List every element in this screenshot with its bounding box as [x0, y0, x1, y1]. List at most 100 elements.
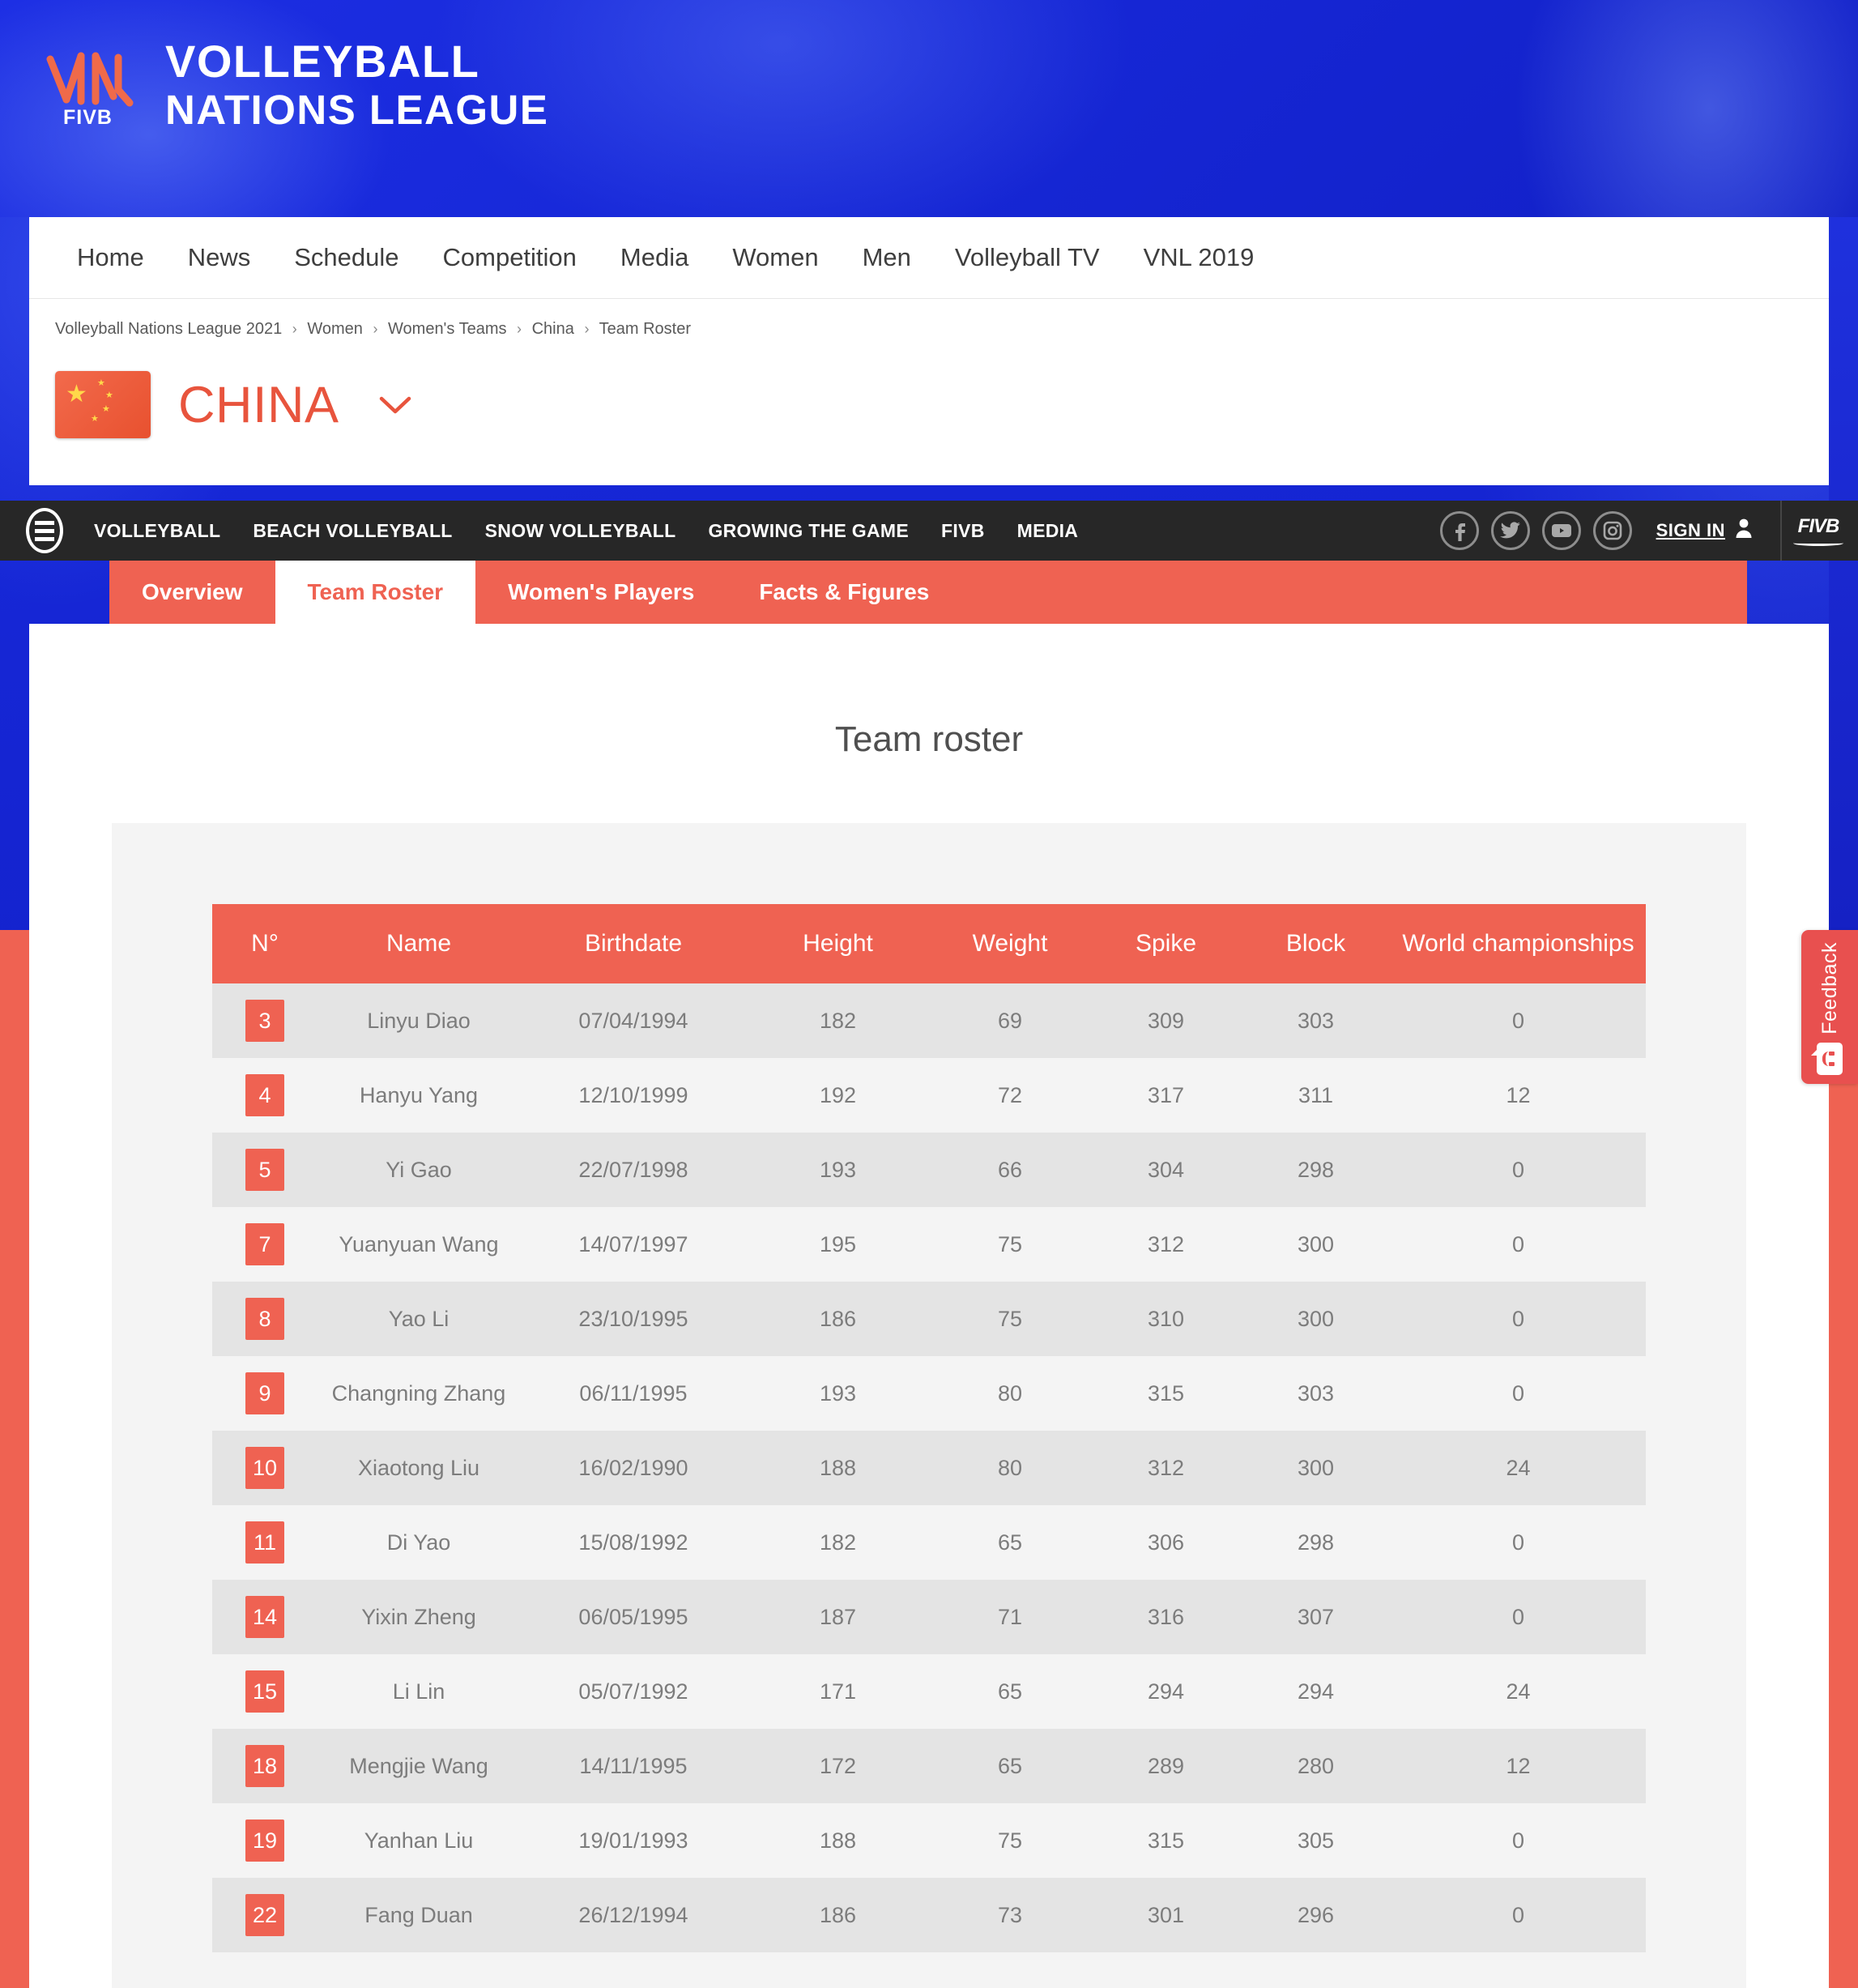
flag-star-small-1: ★: [97, 378, 105, 388]
cell-weight: 75: [997, 1306, 1023, 1331]
cell-weight: 75: [997, 1231, 1023, 1256]
nav-item-schedule[interactable]: Schedule: [272, 243, 420, 272]
cell-number: 19: [212, 1803, 317, 1878]
nav-item-women[interactable]: Women: [710, 243, 840, 272]
table-row[interactable]: 19 Yanhan Liu 19/01/1993 188 75 315 305 0: [212, 1803, 1646, 1878]
instagram-icon[interactable]: [1592, 511, 1632, 550]
cell-birthdate: 12/10/1999: [578, 1082, 688, 1107]
cell-block: 305: [1297, 1828, 1335, 1853]
cell-height: 193: [819, 1380, 857, 1406]
cell-weight: 69: [997, 1008, 1023, 1033]
cell-world-championships: 12: [1506, 1753, 1531, 1778]
table-row[interactable]: 8 Yao Li 23/10/1995 186 75 310 300 0: [212, 1282, 1646, 1356]
global-nav-beach-volleyball[interactable]: BEACH VOLLEYBALL: [237, 520, 468, 542]
vnl-mark-icon: FIVB: [39, 40, 143, 130]
roster-panel: N° Name Birthdate Height Weight Spike Bl…: [112, 823, 1746, 1988]
cell-name: Mengjie Wang: [349, 1753, 488, 1778]
vnl-logo[interactable]: FIVB VOLLEYBALL NATIONS LEAGUE: [39, 39, 548, 130]
nav-item-men[interactable]: Men: [841, 243, 933, 272]
vnl-wordmark-line2: NATIONS LEAGUE: [165, 87, 549, 133]
breadcrumb-item-women[interactable]: Women: [307, 320, 363, 338]
table-row[interactable]: 3 Linyu Diao 07/04/1994 182 69 309 303 0: [212, 983, 1646, 1058]
tab-womens-players[interactable]: Women's Players: [475, 561, 727, 624]
cell-world-championships: 24: [1506, 1679, 1531, 1704]
column-header-name: Name: [317, 904, 520, 983]
table-header-row: N° Name Birthdate Height Weight Spike Bl…: [212, 904, 1646, 983]
facebook-icon[interactable]: [1439, 511, 1479, 550]
breadcrumb-separator-icon: ›: [292, 321, 297, 337]
tab-facts-figures[interactable]: Facts & Figures: [727, 561, 961, 624]
nav-item-news[interactable]: News: [166, 243, 273, 272]
global-nav-volleyball[interactable]: VOLLEYBALL: [78, 520, 237, 542]
cell-block: 296: [1297, 1902, 1335, 1927]
user-icon: [1735, 518, 1753, 544]
table-row[interactable]: 7 Yuanyuan Wang 14/07/1997 195 75 312 300 0: [212, 1207, 1646, 1282]
cell-spike: 306: [1147, 1529, 1185, 1555]
nav-item-home[interactable]: Home: [55, 243, 166, 272]
cell-number: 15: [212, 1654, 317, 1729]
breadcrumb-item-league[interactable]: Volleyball Nations League 2021: [55, 320, 282, 338]
cell-height: 188: [819, 1828, 857, 1853]
sign-in-button[interactable]: SIGN IN: [1656, 518, 1780, 544]
breadcrumb-item-womens-teams[interactable]: Women's Teams: [388, 320, 506, 338]
column-header-spike: Spike: [1091, 904, 1241, 983]
cell-height: 192: [819, 1082, 857, 1107]
cell-block: 298: [1297, 1529, 1335, 1555]
cell-height: 186: [819, 1902, 857, 1927]
table-row[interactable]: 11 Di Yao 15/08/1992 182 65 306 298 0: [212, 1505, 1646, 1580]
main-content: Team roster N° Name Birthdate Height Wei…: [29, 624, 1829, 1988]
global-nav-fivb[interactable]: FIVB: [925, 520, 1001, 542]
table-row[interactable]: 5 Yi Gao 22/07/1998 193 66 304 298 0: [212, 1133, 1646, 1207]
cell-number: 7: [212, 1207, 317, 1282]
table-row[interactable]: 9 Changning Zhang 06/11/1995 193 80 315 303 0: [212, 1356, 1646, 1431]
nav-item-volleyball-tv[interactable]: Volleyball TV: [933, 243, 1122, 272]
twitter-icon[interactable]: [1490, 511, 1530, 550]
player-number-badge: 5: [245, 1149, 284, 1191]
player-number-badge: 19: [245, 1819, 284, 1862]
breadcrumb-item-china[interactable]: China: [532, 320, 574, 338]
country-selector[interactable]: ★ ★ ★ ★ ★ CHINA: [29, 358, 1829, 485]
table-row[interactable]: 4 Hanyu Yang 12/10/1999 192 72 317 311 12: [212, 1058, 1646, 1133]
table-row[interactable]: 14 Yixin Zheng 06/05/1995 187 71 316 307 0: [212, 1580, 1646, 1654]
tab-overview[interactable]: Overview: [109, 561, 275, 624]
cell-weight: 65: [997, 1529, 1023, 1555]
breadcrumb-item-team-roster: Team Roster: [599, 320, 692, 338]
table-row[interactable]: 15 Li Lin 05/07/1992 171 65 294 294 24: [212, 1654, 1646, 1729]
nav-item-competition[interactable]: Competition: [421, 243, 599, 272]
nav-item-vnl-2019[interactable]: VNL 2019: [1122, 243, 1276, 272]
fivb-logo-text: FIVB: [1797, 515, 1840, 537]
cell-block: 311: [1298, 1082, 1334, 1107]
global-nav-growing-the-game[interactable]: GROWING THE GAME: [692, 520, 925, 542]
tab-team-roster[interactable]: Team Roster: [275, 561, 476, 624]
table-row[interactable]: 22 Fang Duan 26/12/1994 186 73 301 296 0: [212, 1878, 1646, 1952]
cell-birthdate: 06/05/1995: [578, 1604, 688, 1629]
roster-table: N° Name Birthdate Height Weight Spike Bl…: [212, 904, 1646, 1952]
fivb-global-nav: VOLLEYBALL BEACH VOLLEYBALL SNOW VOLLEYB…: [78, 520, 1094, 542]
table-row[interactable]: 18 Mengjie Wang 14/11/1995 172 65 289 280 12: [212, 1729, 1646, 1803]
background-right-orange-strip: [1829, 930, 1858, 1988]
page-root: FIVB VOLLEYBALL NATIONS LEAGUE Home News…: [0, 0, 1858, 1988]
feedback-button[interactable]: Feedback: [1801, 930, 1858, 1084]
global-nav-snow-volleyball[interactable]: SNOW VOLLEYBALL: [469, 520, 692, 542]
vnl-wordmark-line1: VOLLEYBALL: [165, 36, 480, 87]
cell-name: Linyu Diao: [367, 1008, 471, 1033]
hamburger-menu-icon[interactable]: [26, 508, 63, 553]
header-card: Home News Schedule Competition Media Wom…: [29, 217, 1829, 485]
global-nav-media[interactable]: MEDIA: [1001, 520, 1095, 542]
global-bar-right: SIGN IN FIVB: [1439, 501, 1858, 561]
fivb-logo[interactable]: FIVB: [1780, 501, 1858, 561]
vnl-wordmark: VOLLEYBALL NATIONS LEAGUE: [165, 36, 549, 133]
cell-name: Li Lin: [392, 1679, 445, 1704]
roster-table-head: N° Name Birthdate Height Weight Spike Bl…: [212, 904, 1646, 983]
cell-weight: 65: [997, 1753, 1023, 1778]
player-number-badge: 18: [245, 1745, 284, 1787]
table-row[interactable]: 10 Xiaotong Liu 16/02/1990 188 80 312 300 24: [212, 1431, 1646, 1505]
player-number-badge: 14: [245, 1596, 284, 1638]
youtube-icon[interactable]: [1541, 511, 1581, 550]
cell-name: Yixin Zheng: [361, 1604, 476, 1629]
chevron-down-icon[interactable]: [378, 389, 412, 421]
nav-item-media[interactable]: Media: [599, 243, 710, 272]
cell-height: 172: [819, 1753, 857, 1778]
cell-weight: 71: [997, 1604, 1023, 1629]
cell-block: 300: [1297, 1231, 1335, 1256]
